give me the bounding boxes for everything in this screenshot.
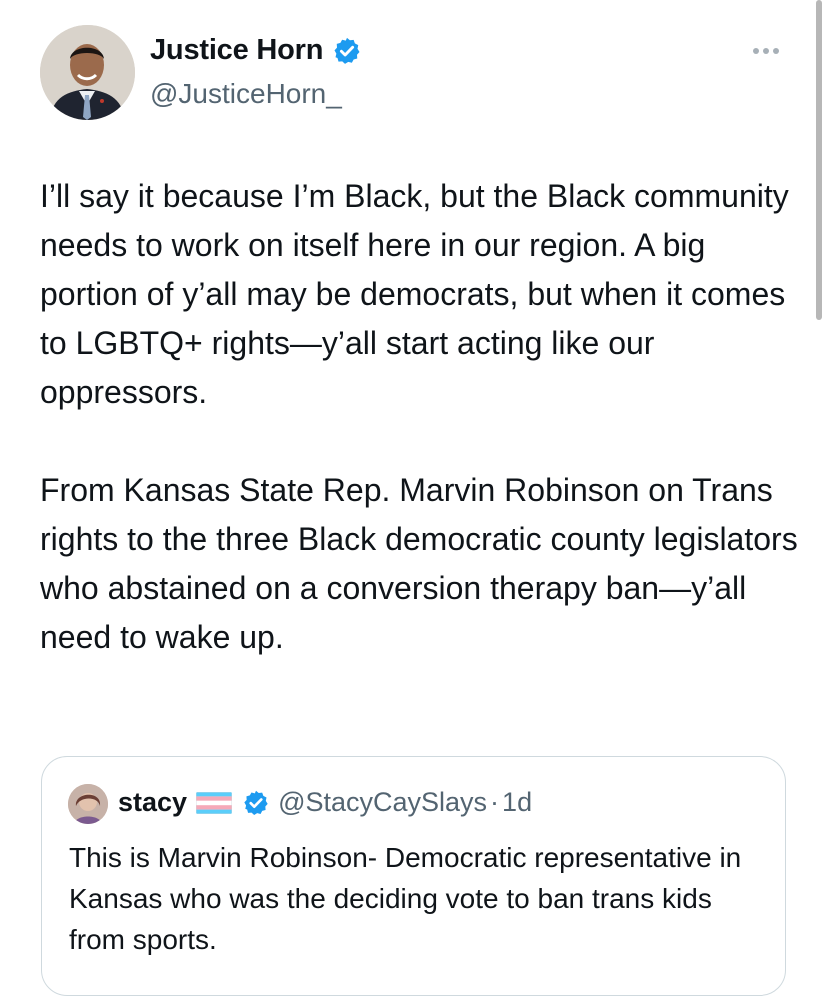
author-avatar[interactable] — [40, 25, 135, 120]
author-name-row: Justice Horn — [150, 34, 362, 67]
quoted-tweet-card[interactable]: stacy @StacyCaySlays · 1d This is Marvin… — [41, 756, 786, 996]
tweet-paragraph: I’ll say it because I’m Black, but the B… — [40, 178, 789, 410]
quoted-header: stacy @StacyCaySlays · 1d — [118, 787, 532, 818]
author-handle[interactable]: @JusticeHorn_ — [150, 78, 342, 110]
scrollbar[interactable] — [816, 0, 822, 320]
author-avatar-image — [40, 25, 135, 120]
separator-dot: · — [490, 787, 500, 817]
quoted-author-name[interactable]: stacy — [118, 787, 187, 818]
author-name[interactable]: Justice Horn — [150, 34, 323, 67]
quoted-author-handle[interactable]: @StacyCaySlays — [278, 787, 487, 818]
quoted-timestamp[interactable]: 1d — [502, 787, 532, 818]
verified-badge-icon — [334, 37, 360, 64]
more-dot — [763, 48, 769, 54]
tweet-paragraph: From Kansas State Rep. Marvin Robinson o… — [40, 472, 798, 655]
transgender-flag-icon — [196, 791, 233, 814]
verified-badge-icon — [244, 790, 268, 815]
tweet-text: I’ll say it because I’m Black, but the B… — [40, 172, 800, 662]
more-dot — [773, 48, 779, 54]
more-dot — [753, 48, 759, 54]
quoted-avatar-image — [68, 784, 108, 824]
more-options-icon[interactable] — [753, 42, 779, 60]
quoted-author-avatar[interactable] — [68, 784, 108, 824]
quoted-tweet-text: This is Marvin Robinson- Democratic repr… — [69, 842, 742, 955]
